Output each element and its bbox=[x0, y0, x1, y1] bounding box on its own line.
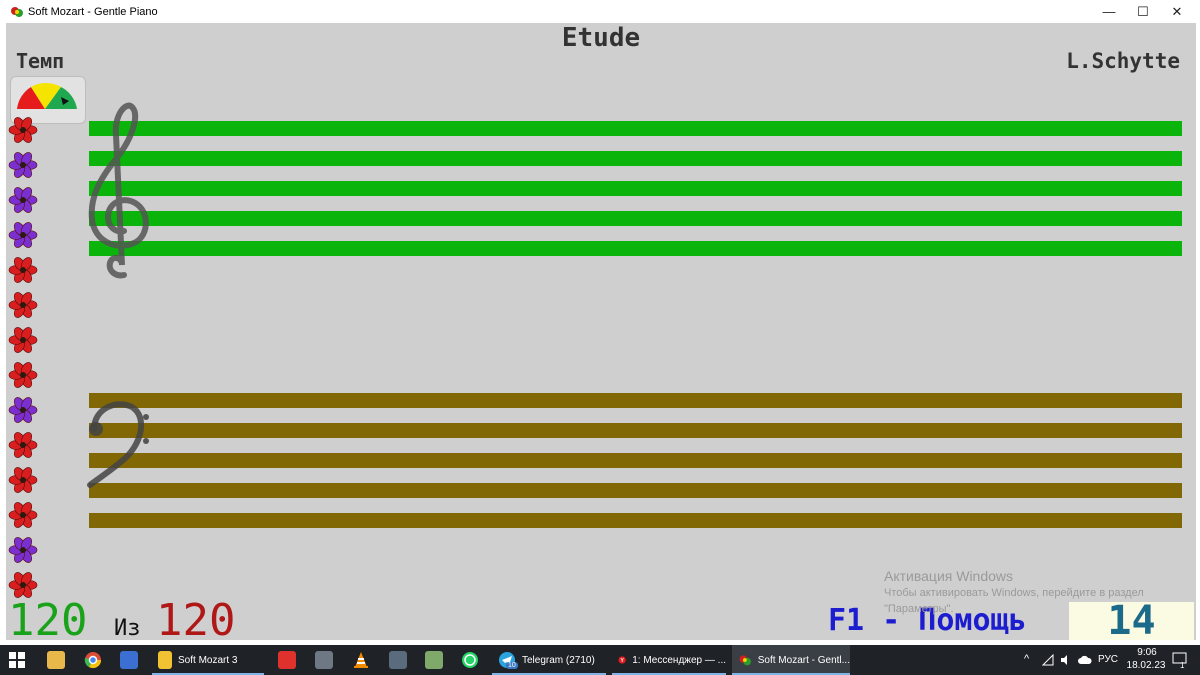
explorer-label: Soft Mozart 3 bbox=[178, 654, 238, 666]
taskbar-app-calculator[interactable] bbox=[389, 645, 407, 675]
taskbar-app-soft-mozart[interactable]: Soft Mozart - Gentl... bbox=[732, 645, 850, 675]
total-count: 120 bbox=[156, 595, 236, 646]
vlc-cone-icon bbox=[354, 652, 368, 668]
start-button[interactable] bbox=[8, 645, 26, 675]
taskbar-app-anydesk[interactable] bbox=[278, 645, 296, 675]
chevron-up-icon[interactable]: ^ bbox=[1024, 653, 1029, 665]
installer-icon bbox=[425, 651, 443, 669]
speaker-icon[interactable] bbox=[1060, 654, 1072, 669]
telegram-label: Telegram (2710) bbox=[522, 654, 595, 666]
window-title: Soft Mozart - Gentle Piano bbox=[28, 5, 158, 18]
taskbar: Soft Mozart 3 Telegram (2710) 10 Y 1: Ме… bbox=[0, 645, 1200, 675]
purple-flower-icon bbox=[8, 187, 38, 213]
treble-clef-icon bbox=[88, 102, 149, 279]
taskbar-app-installer[interactable] bbox=[425, 645, 443, 675]
calculator-icon bbox=[389, 651, 407, 669]
purple-flower-icon bbox=[8, 152, 38, 178]
title-bar: Soft Mozart - Gentle Piano — ☐ ✕ bbox=[0, 0, 1200, 23]
minimize-button[interactable]: — bbox=[1092, 0, 1126, 23]
red-flower-icon bbox=[8, 432, 38, 458]
folder-icon bbox=[158, 651, 172, 669]
bass-staff-line bbox=[89, 483, 1182, 498]
bass-staff-line bbox=[89, 423, 1182, 438]
composer-name: L.Schytte bbox=[1066, 49, 1180, 73]
treble-staff-line bbox=[89, 121, 1182, 136]
notifications-count: 1 bbox=[1180, 661, 1185, 670]
soft-mozart-label: Soft Mozart - Gentl... bbox=[757, 654, 850, 666]
clock-time[interactable]: 9:06 bbox=[1130, 647, 1164, 658]
cloud-icon[interactable] bbox=[1078, 654, 1092, 669]
tool-icon bbox=[315, 651, 333, 669]
red-flower-icon bbox=[8, 327, 38, 353]
purple-flower-icon bbox=[8, 397, 38, 423]
piece-title: Etude bbox=[561, 23, 641, 53]
of-label: Из bbox=[114, 616, 141, 641]
network-icon[interactable] bbox=[1041, 653, 1054, 669]
current-count: 120 bbox=[8, 595, 88, 646]
treble-staff-line bbox=[89, 241, 1182, 256]
red-flower-icon bbox=[8, 292, 38, 318]
whatsapp-icon bbox=[462, 652, 478, 668]
treble-staff-line bbox=[89, 151, 1182, 166]
bass-staff-line bbox=[89, 393, 1182, 408]
maximize-button[interactable]: ☐ bbox=[1126, 0, 1160, 23]
bass-staff-line bbox=[89, 513, 1182, 528]
telegram-badge: 10 bbox=[506, 662, 518, 669]
red-flower-icon bbox=[8, 257, 38, 283]
taskbar-app-save[interactable] bbox=[120, 645, 138, 675]
soft-mozart-app-icon bbox=[10, 5, 24, 19]
messenger-label: 1: Мессенджер — ... bbox=[632, 654, 726, 666]
taskbar-app-explorer[interactable]: Soft Mozart 3 bbox=[152, 645, 264, 675]
activation-line-2: "Параметры". bbox=[884, 603, 954, 615]
taskbar-app-vlc[interactable] bbox=[352, 645, 370, 675]
purple-flower-icon bbox=[8, 222, 38, 248]
taskbar-app-telegram[interactable]: Telegram (2710) 10 bbox=[492, 645, 606, 675]
tempo-label: Темп bbox=[16, 49, 65, 73]
bass-clef-icon bbox=[87, 401, 149, 488]
soft-mozart-window: Soft Mozart - Gentle Piano — ☐ ✕ Etude Т… bbox=[0, 0, 1200, 675]
treble-staff-line bbox=[89, 181, 1182, 196]
treble-staff bbox=[89, 121, 1182, 261]
activation-line-1: Чтобы активировать Windows, перейдите в … bbox=[884, 587, 1144, 599]
clock-date[interactable]: 18.02.23 bbox=[1122, 660, 1170, 671]
language-indicator[interactable]: РУС bbox=[1098, 654, 1118, 665]
floppy-disk-icon bbox=[120, 651, 138, 669]
taskbar-app-paint[interactable] bbox=[47, 645, 65, 675]
chrome-icon bbox=[84, 652, 102, 669]
purple-flower-icon bbox=[8, 537, 38, 563]
red-flower-icon bbox=[8, 467, 38, 493]
red-flower-icon bbox=[8, 117, 38, 143]
paint-app-icon bbox=[47, 651, 65, 669]
red-flower-icon bbox=[8, 362, 38, 388]
taskbar-app-whatsapp[interactable] bbox=[461, 645, 479, 675]
score-canvas: Etude Темп L.Schytte 120 Из 120 F1 - Пом… bbox=[6, 23, 1196, 646]
taskbar-app-chrome[interactable] bbox=[84, 645, 102, 675]
activation-heading: Активация Windows bbox=[884, 568, 1014, 584]
anydesk-icon bbox=[278, 651, 296, 669]
treble-staff-line bbox=[89, 211, 1182, 226]
yandex-icon: Y bbox=[618, 656, 626, 664]
taskbar-app-tool[interactable] bbox=[315, 645, 333, 675]
close-button[interactable]: ✕ bbox=[1160, 0, 1194, 23]
soft-mozart-icon bbox=[739, 655, 751, 666]
bass-staff bbox=[89, 393, 1182, 533]
taskbar-app-yandex-messenger[interactable]: Y 1: Мессенджер — ... bbox=[612, 645, 726, 675]
windows-logo-icon bbox=[9, 652, 25, 668]
red-flower-icon bbox=[8, 502, 38, 528]
windows-activation-watermark: Активация Windows Чтобы активировать Win… bbox=[884, 568, 1144, 616]
bass-staff-line bbox=[89, 453, 1182, 468]
